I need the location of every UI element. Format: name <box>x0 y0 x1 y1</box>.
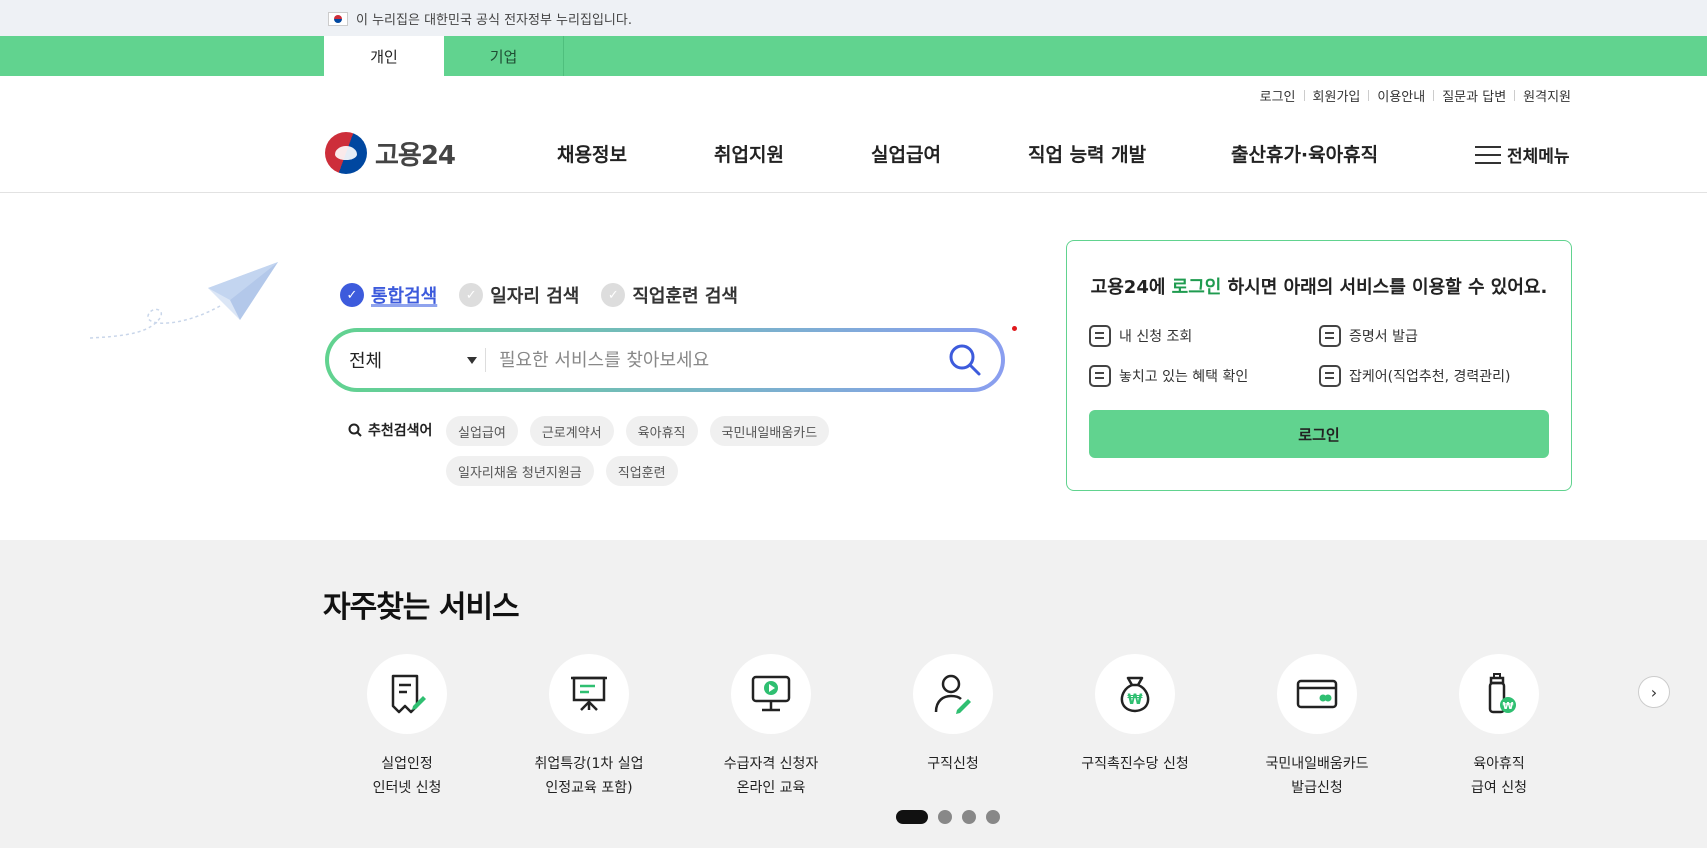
keyword-chip[interactable]: 근로계약서 <box>529 416 614 446</box>
keyword-chip[interactable]: 직업훈련 <box>605 456 678 486</box>
carousel-next-button[interactable]: › <box>1638 676 1670 708</box>
qna-link[interactable]: 질문과 답변 <box>1442 86 1506 105</box>
check-icon: ✓ <box>601 283 626 307</box>
all-menu-button[interactable]: 전체메뉴 <box>1475 142 1570 167</box>
service-item[interactable]: 실업인정 인터넷 신청 <box>322 654 492 800</box>
login-item-my-applications[interactable]: 내 신청 조회 <box>1089 325 1192 347</box>
section-title: 자주찾는 서비스 <box>323 590 520 625</box>
money-bag-icon: ₩ <box>1120 676 1150 713</box>
service-item[interactable]: 수급자격 신청자 온라인 교육 <box>686 654 856 800</box>
search-tab-training[interactable]: ✓ 직업훈련 검색 <box>601 282 738 308</box>
search-box: 전체 <box>325 328 1005 392</box>
page-dot[interactable] <box>962 810 976 824</box>
search-tab-jobs[interactable]: ✓ 일자리 검색 <box>459 282 579 308</box>
search-tab-integrated[interactable]: ✓ 통합검색 <box>340 282 437 308</box>
service-item[interactable]: 취업특강(1차 실업 인정교육 포함) <box>504 654 674 800</box>
frequent-services: 자주찾는 서비스 실업인정 인터넷 신청 취업특강(1차 실업 인정교육 포함) 수… <box>0 540 1707 848</box>
page-dot[interactable] <box>938 810 952 824</box>
baby-bottle-icon: ₩ <box>1488 673 1516 714</box>
person-pen-icon <box>934 674 971 714</box>
nav-item-unemployment-benefit[interactable]: 실업급여 <box>871 140 941 167</box>
chevron-right-icon: › <box>1650 682 1658 702</box>
monitor-play-icon <box>751 675 791 712</box>
clipboard-clock-icon <box>1319 365 1341 387</box>
site-header: 고용24 채용정보 취업지원 실업급여 직업 능력 개발 출산휴가·육아휴직 전… <box>0 110 1707 193</box>
paper-plane-illustration <box>90 262 278 339</box>
document-pen-icon <box>391 674 426 714</box>
nav-item-parental-leave[interactable]: 출산휴가·육아휴직 <box>1231 140 1378 167</box>
carousel-pagination <box>896 810 1000 824</box>
keyword-chip[interactable]: 일자리채움 청년지원금 <box>446 456 594 486</box>
logo-text: 고용24 <box>375 140 456 171</box>
user-type-tabbar: 개인 기업 <box>0 36 1707 76</box>
notification-dot <box>1012 326 1017 331</box>
guide-link[interactable]: 이용안내 <box>1377 86 1425 105</box>
service-item[interactable]: 구직신청 <box>868 654 1038 776</box>
keyword-chip[interactable]: 국민내일배움카드 <box>709 416 830 446</box>
search-icon <box>348 423 362 437</box>
korea-flag-icon <box>328 11 348 26</box>
gov-banner-text[interactable]: 이 누리집은 대한민국 공식 전자정부 누리집입니다. <box>356 9 632 28</box>
utility-links: 로그인 회원가입 이용안내 질문과 답변 원격지원 <box>1260 86 1571 105</box>
login-item-jobcare[interactable]: 잡케어(직업추천, 경력관리) <box>1319 365 1511 387</box>
page-dot[interactable] <box>896 810 928 824</box>
search-scope-select[interactable]: 전체 <box>349 332 477 388</box>
login-panel-title: 고용24에 로그인 하시면 아래의 서비스를 이용할 수 있어요. <box>1090 277 1548 298</box>
document-search-icon <box>1089 365 1111 387</box>
certificate-icon <box>1319 325 1341 347</box>
svg-text:₩: ₩ <box>1502 701 1513 712</box>
login-item-certificates[interactable]: 증명서 발급 <box>1319 325 1418 347</box>
keyword-chip[interactable]: 육아휴직 <box>625 416 698 446</box>
all-menu-label: 전체메뉴 <box>1507 147 1570 167</box>
login-button[interactable]: 로그인 <box>1089 410 1549 458</box>
tab-business[interactable]: 기업 <box>444 36 564 76</box>
login-link[interactable]: 로그인 <box>1260 86 1296 105</box>
service-item[interactable]: ₩ 구직촉진수당 신청 <box>1050 654 1220 776</box>
search-type-tabs: ✓ 통합검색 ✓ 일자리 검색 ✓ 직업훈련 검색 <box>340 282 738 308</box>
search-button[interactable] <box>947 342 983 378</box>
check-icon: ✓ <box>340 283 364 307</box>
checklist-icon <box>1089 325 1111 347</box>
card-icon <box>1296 679 1338 709</box>
page-dot[interactable] <box>986 810 1000 824</box>
hamburger-icon <box>1475 145 1501 164</box>
svg-text:₩: ₩ <box>1127 692 1143 708</box>
login-item-missed-benefits[interactable]: 놓치고 있는 혜택 확인 <box>1089 365 1248 387</box>
search-input[interactable] <box>499 344 919 376</box>
keyword-chip[interactable]: 실업급여 <box>446 416 518 446</box>
nav-item-vocational-training[interactable]: 직업 능력 개발 <box>1028 140 1146 167</box>
recommend-keywords: 실업급여 근로계약서 육아휴직 국민내일배움카드 일자리채움 청년지원금 직업훈… <box>446 416 986 486</box>
remote-support-link[interactable]: 원격지원 <box>1523 86 1571 105</box>
check-icon: ✓ <box>459 283 484 307</box>
presentation-board-icon <box>571 676 607 711</box>
site-logo[interactable]: 고용24 <box>325 132 456 174</box>
nav-item-employment-support[interactable]: 취업지원 <box>714 140 784 167</box>
nav-item-jobs[interactable]: 채용정보 <box>557 140 627 167</box>
service-item[interactable]: 국민내일배움카드 발급신청 <box>1232 654 1402 800</box>
recommend-label: 추천검색어 <box>348 420 432 440</box>
gov-banner: 이 누리집은 대한민국 공식 전자정부 누리집입니다. <box>0 0 1707 36</box>
login-panel: 고용24에 로그인 하시면 아래의 서비스를 이용할 수 있어요. 내 신청 조… <box>1066 240 1572 491</box>
signup-link[interactable]: 회원가입 <box>1313 86 1361 105</box>
taegeuk-logo-icon <box>325 132 367 174</box>
caret-down-icon <box>467 356 477 364</box>
tab-personal[interactable]: 개인 <box>324 36 444 76</box>
service-item[interactable]: ₩ 육아휴직 급여 신청 <box>1414 654 1584 800</box>
